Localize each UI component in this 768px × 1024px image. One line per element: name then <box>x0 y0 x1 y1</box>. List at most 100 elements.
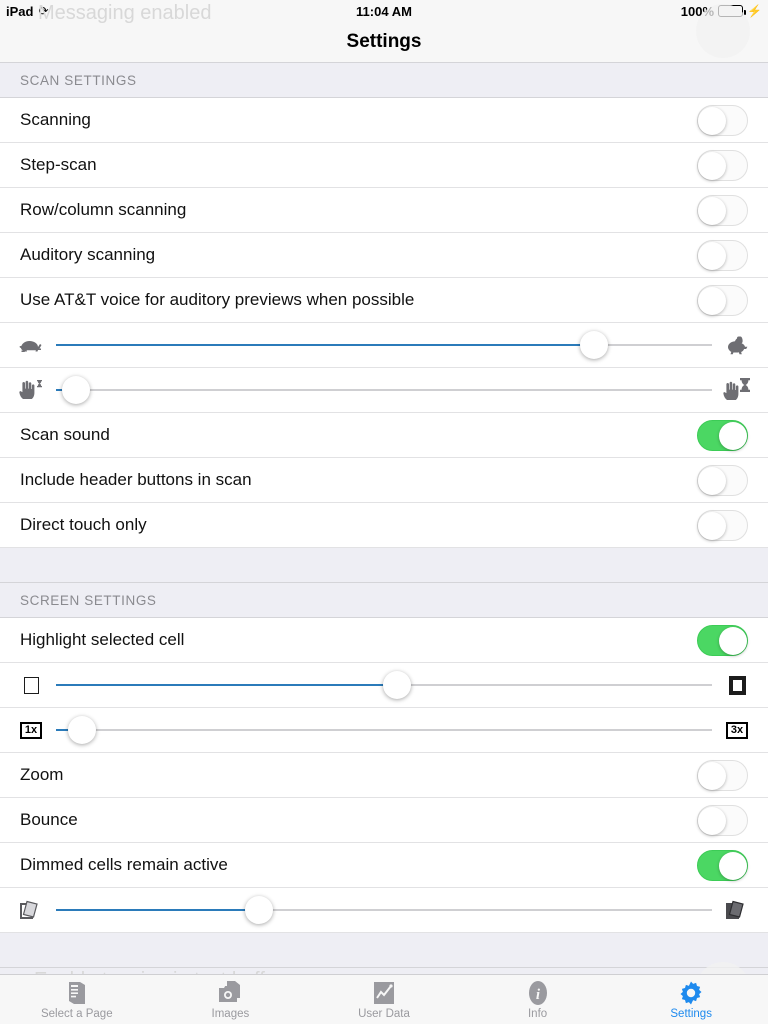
slider-track-fill <box>56 909 260 911</box>
tab-label: Select a Page <box>40 1007 113 1020</box>
setting-label: Row/column scanning <box>20 200 187 219</box>
tab-info[interactable]: i Info <box>461 975 615 1024</box>
gear-icon <box>678 980 704 1006</box>
setting-row-hold-duration-slider[interactable] <box>0 368 768 413</box>
toggle-include-header-buttons-in-scan[interactable] <box>697 464 748 496</box>
toggle-knob <box>698 761 726 790</box>
battery-icon <box>718 5 747 17</box>
setting-row-scan-sound[interactable]: Scan sound <box>0 413 768 458</box>
thick-border-square-icon <box>720 675 754 695</box>
setting-row-auditory-scanning[interactable]: Auditory scanning <box>0 233 768 278</box>
setting-label: Direct touch only <box>20 515 147 534</box>
toggle-dimmed-cells-remain-active[interactable] <box>697 849 748 881</box>
toggle-knob <box>698 806 726 835</box>
tab-bar: Select a Page Images User Data i Info Setting… <box>0 974 768 1024</box>
toggle-knob <box>719 421 747 450</box>
setting-row-use-at-t-voice-for-auditory-previews-when-possible[interactable]: Use AT&T voice for auditory previews whe… <box>0 278 768 323</box>
info-icon: i <box>525 980 551 1006</box>
settings-screen: iPad ⟳ 11:04 AM 100% ⚡ Settings SCAN SET… <box>0 0 768 1024</box>
chart-icon <box>372 980 396 1006</box>
setting-row-highlight-selected-cell[interactable]: Highlight selected cell <box>0 618 768 663</box>
slider-track-fill <box>56 684 398 686</box>
page-title: Settings <box>0 22 768 62</box>
section-spacer <box>0 548 768 582</box>
setting-label: Scanning <box>20 110 91 129</box>
turtle-icon <box>14 335 48 355</box>
toggle-scanning[interactable] <box>697 104 748 136</box>
toggle-knob <box>698 511 726 540</box>
zoom-3x-label: 3x <box>725 721 749 739</box>
toggle-knob <box>719 851 747 880</box>
tab-label: Settings <box>670 1007 712 1020</box>
setting-label: Dimmed cells remain active <box>20 855 228 874</box>
slider-thumb[interactable] <box>245 896 274 924</box>
highlight-width-slider[interactable] <box>56 670 712 701</box>
toggle-auditory-scanning[interactable] <box>697 239 748 271</box>
setting-row-scan-speed-slider[interactable] <box>0 323 768 368</box>
hand-short-hold-icon <box>14 378 48 402</box>
toggle-direct-touch-only[interactable] <box>697 509 748 541</box>
light-page-icon <box>14 898 48 922</box>
tab-settings[interactable]: Settings <box>614 975 768 1024</box>
slider-thumb[interactable] <box>61 376 90 404</box>
toggle-row-column-scanning[interactable] <box>697 194 748 226</box>
toggle-knob <box>698 196 726 225</box>
setting-label: Step-scan <box>20 155 97 174</box>
slider-thumb[interactable] <box>68 716 97 744</box>
tab-label: Images <box>211 1007 250 1020</box>
slider-track-fill <box>56 344 594 346</box>
setting-row-row-column-scanning[interactable]: Row/column scanning <box>0 188 768 233</box>
setting-label: Scan sound <box>20 425 110 444</box>
section-header-screen-settings: SCREEN SETTINGS <box>0 582 768 618</box>
zoom-3x-label: 3x <box>720 721 754 739</box>
setting-row-dimmed-cells-remain-active[interactable]: Dimmed cells remain active <box>0 843 768 888</box>
toggle-highlight-selected-cell[interactable] <box>697 624 748 656</box>
scan-speed-slider[interactable] <box>56 330 712 361</box>
section-spacer <box>0 933 768 967</box>
setting-row-direct-touch-only[interactable]: Direct touch only <box>0 503 768 548</box>
slider-track <box>56 389 712 391</box>
hand-long-hold-icon <box>720 377 754 403</box>
toggle-bounce[interactable] <box>697 804 748 836</box>
tab-images[interactable]: Images <box>154 975 308 1024</box>
dark-page-icon <box>720 898 754 922</box>
setting-label: Bounce <box>20 810 78 829</box>
toggle-zoom[interactable] <box>697 759 748 791</box>
toggle-knob <box>698 151 726 180</box>
toggle-knob <box>698 286 726 315</box>
zoom-1x-label: 1x <box>19 721 43 739</box>
toggle-knob <box>698 241 726 270</box>
thin-border-square-icon <box>14 676 48 694</box>
toggle-scan-sound[interactable] <box>697 419 748 451</box>
setting-label: Auditory scanning <box>20 245 156 264</box>
tab-user-data[interactable]: User Data <box>307 975 461 1024</box>
toggle-use-at-t-voice-for-auditory-previews-when-possible[interactable] <box>697 284 748 316</box>
section-header-scan-settings: SCAN SETTINGS <box>0 62 768 98</box>
status-bar-time: 11:04 AM <box>356 3 412 19</box>
toggle-knob <box>719 626 747 655</box>
setting-label: Highlight selected cell <box>20 630 185 649</box>
book-icon <box>65 980 89 1006</box>
setting-row-dimming-level-slider[interactable] <box>0 888 768 933</box>
tab-select-a-page[interactable]: Select a Page <box>0 975 154 1024</box>
status-bar: iPad ⟳ 11:04 AM 100% ⚡ <box>0 0 768 22</box>
setting-row-step-scan[interactable]: Step-scan <box>0 143 768 188</box>
toggle-step-scan[interactable] <box>697 149 748 181</box>
slider-thumb[interactable] <box>383 671 412 699</box>
toggle-knob <box>698 106 726 135</box>
hold-duration-slider[interactable] <box>56 375 712 406</box>
dimming-level-slider[interactable] <box>56 895 712 926</box>
slider-track <box>56 729 712 731</box>
setting-row-highlight-width-slider[interactable] <box>0 663 768 708</box>
setting-row-include-header-buttons-in-scan[interactable]: Include header buttons in scan <box>0 458 768 503</box>
setting-row-scanning[interactable]: Scanning <box>0 98 768 143</box>
toggle-knob <box>698 466 726 495</box>
zoom-magnification-slider[interactable] <box>56 715 712 746</box>
setting-label: Use AT&T voice for auditory previews whe… <box>20 290 415 309</box>
slider-thumb[interactable] <box>579 331 608 359</box>
setting-label: Include header buttons in scan <box>20 470 252 489</box>
setting-row-zoom-magnification-slider[interactable]: 1x 3x <box>0 708 768 753</box>
setting-row-zoom[interactable]: Zoom <box>0 753 768 798</box>
setting-row-bounce[interactable]: Bounce <box>0 798 768 843</box>
zoom-1x-label: 1x <box>14 721 48 739</box>
